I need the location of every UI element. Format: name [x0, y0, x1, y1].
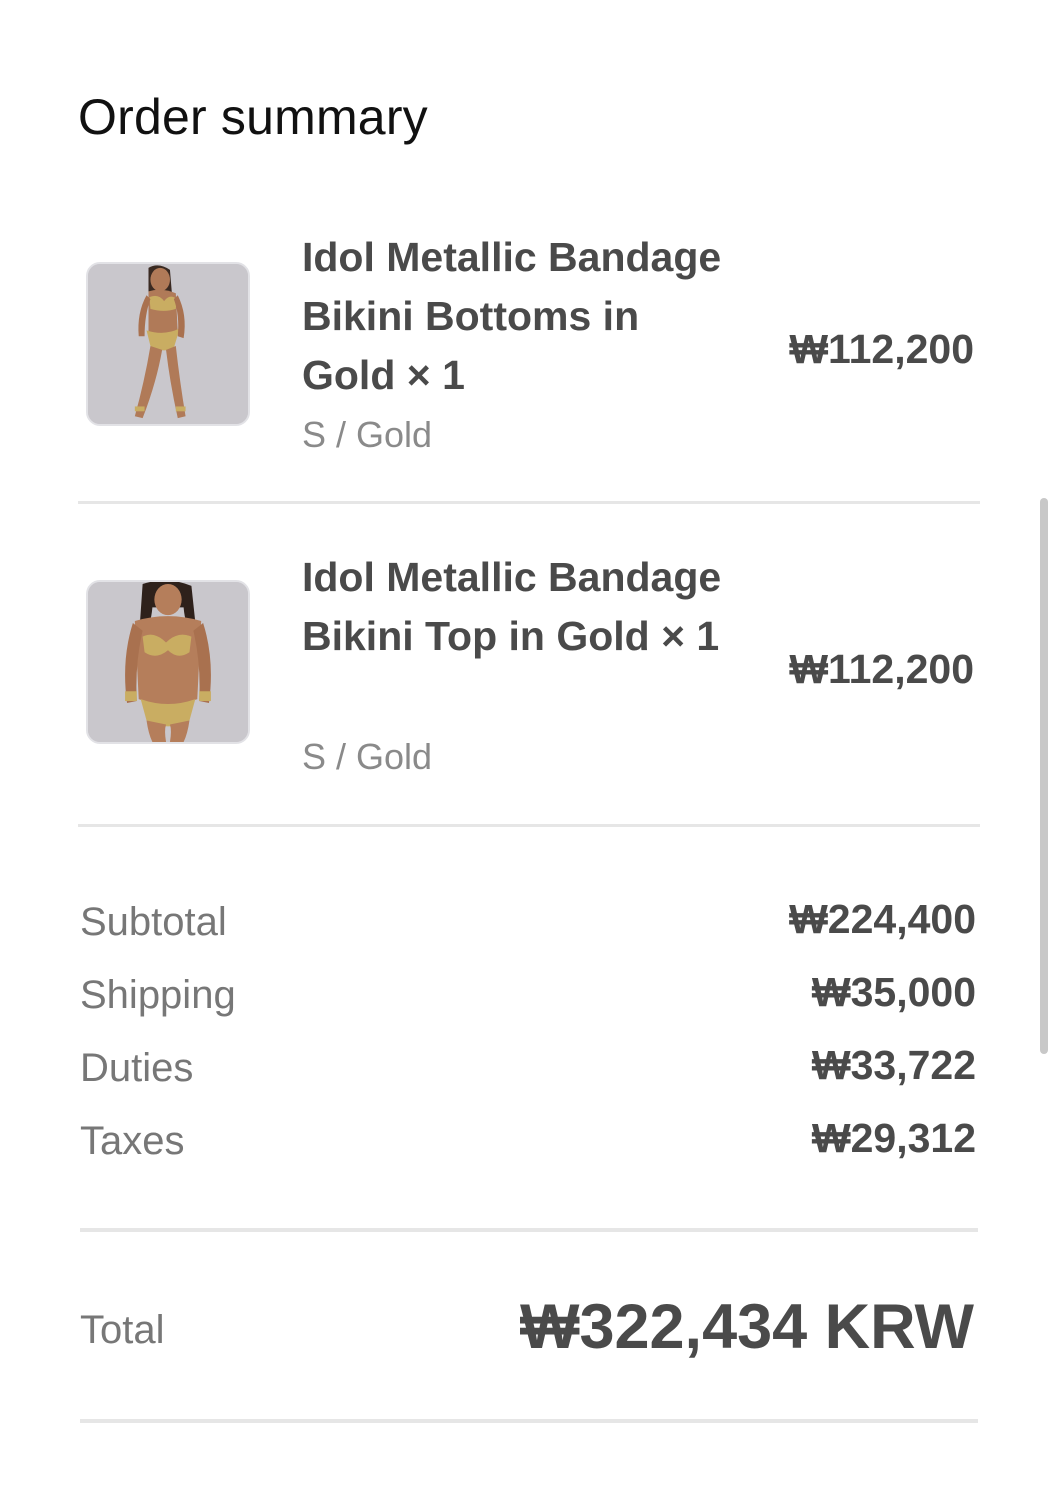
divider [80, 1419, 978, 1423]
bikini-bottoms-image-icon [88, 264, 248, 424]
product-variant: S / Gold [302, 736, 433, 777]
product-variant: S / Gold [302, 414, 433, 455]
subtotal-label: Subtotal [80, 900, 227, 944]
scrollbar[interactable] [1040, 498, 1048, 1054]
taxes-row: Taxes ₩29,312 [80, 1115, 976, 1179]
total-value: ₩322,434 KRW [519, 1292, 974, 1362]
product-thumbnail-top [86, 580, 250, 744]
subtotal-value: ₩224,400 [789, 896, 976, 942]
duties-row: Duties ₩33,722 [80, 1042, 976, 1106]
shipping-row: Shipping ₩35,000 [80, 969, 976, 1033]
product-thumbnail-bottoms [86, 262, 250, 426]
product-price: ₩112,200 [789, 646, 974, 692]
taxes-label: Taxes [80, 1119, 185, 1163]
taxes-value: ₩29,312 [811, 1115, 976, 1161]
shipping-value: ₩35,000 [811, 969, 976, 1015]
product-name: Idol Metallic Bandage Bikini Bottoms in … [302, 234, 722, 398]
product-price: ₩112,200 [789, 326, 974, 372]
line-item: Idol Metallic Bandage Bikini Top in Gold… [78, 548, 980, 824]
bikini-top-image-icon [88, 582, 248, 742]
duties-value: ₩33,722 [811, 1042, 976, 1088]
page-title: Order summary [78, 89, 428, 145]
shipping-label: Shipping [80, 973, 236, 1017]
subtotal-row: Subtotal ₩224,400 [80, 896, 976, 960]
product-name: Idol Metallic Bandage Bikini Top in Gold… [302, 554, 722, 659]
line-item: Idol Metallic Bandage Bikini Bottoms in … [78, 228, 980, 502]
total-label: Total [80, 1308, 165, 1352]
duties-label: Duties [80, 1046, 194, 1090]
divider [78, 501, 980, 504]
divider [80, 1228, 978, 1232]
divider [78, 824, 980, 827]
